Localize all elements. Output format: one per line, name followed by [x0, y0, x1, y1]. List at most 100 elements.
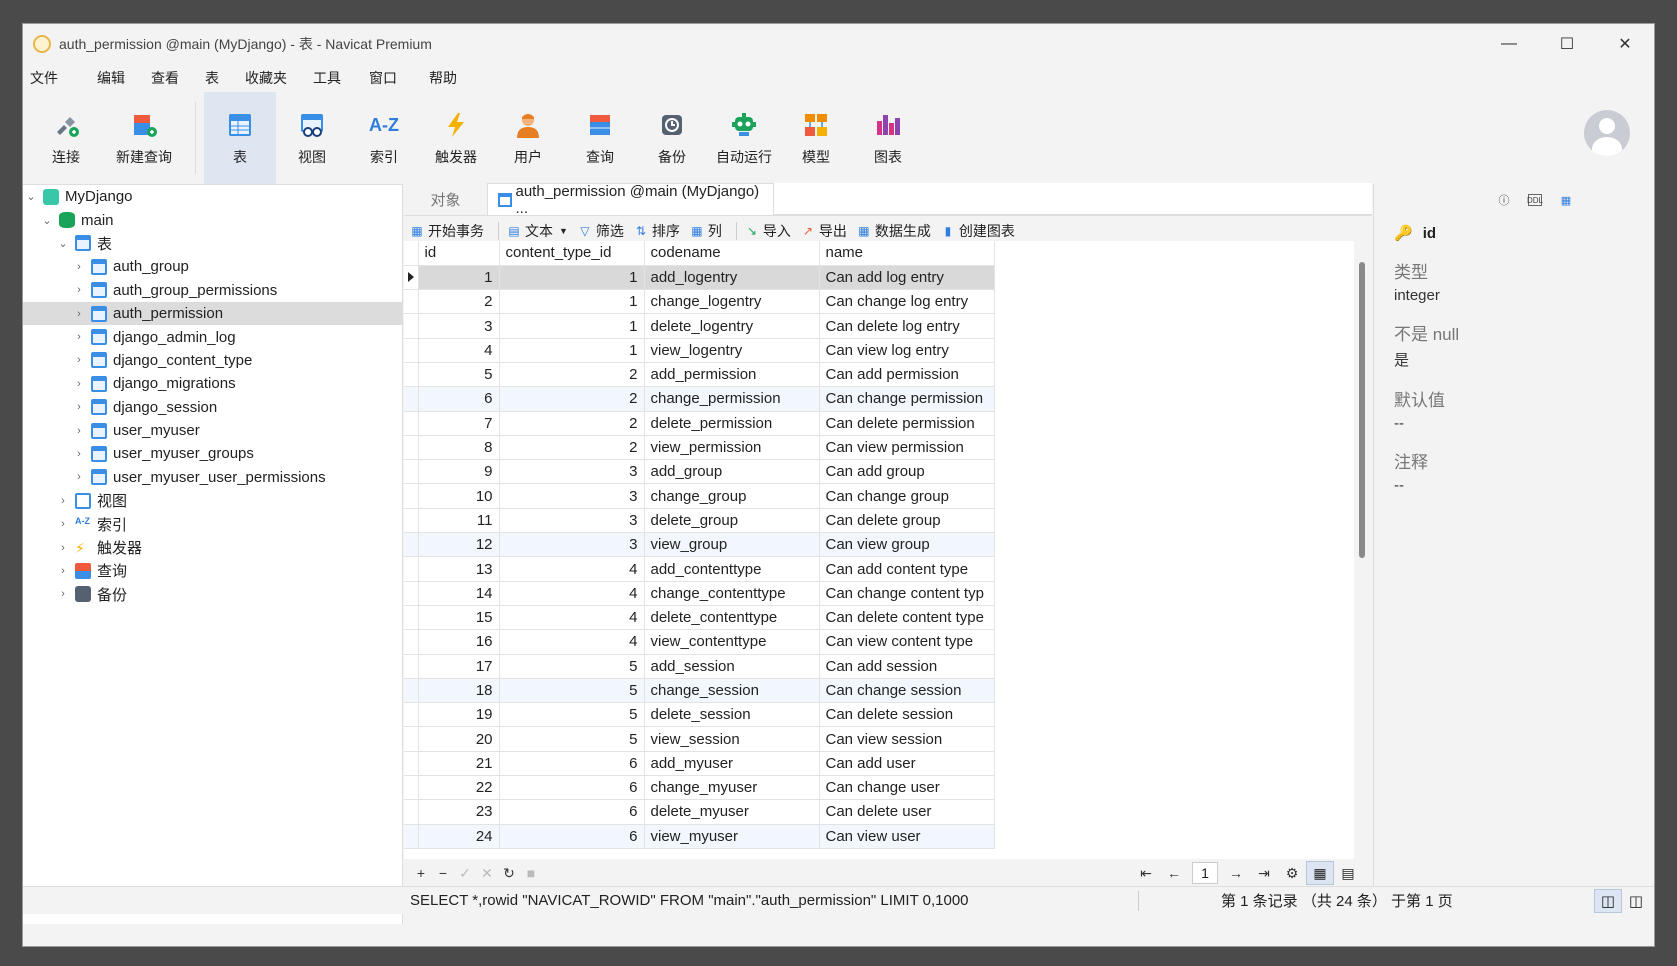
data-generation-button[interactable]: ▦ 数据生成 — [857, 221, 931, 241]
last-page-icon[interactable]: ⇥ — [1250, 865, 1278, 882]
menu-table[interactable]: 表 — [199, 68, 235, 88]
table-cell[interactable]: 6 — [499, 824, 645, 849]
table-cell[interactable]: Can view user — [819, 824, 995, 849]
table-cell[interactable]: 4 — [499, 581, 645, 606]
table-cell[interactable]: 2 — [499, 435, 645, 461]
text-button[interactable]: ▤ 文本 ▼ — [507, 221, 568, 241]
table-cell[interactable]: 3 — [499, 483, 645, 509]
table-row[interactable]: 7 2 delete_permission Can delete permission — [404, 411, 995, 436]
table-cell[interactable]: Can delete user — [819, 799, 995, 825]
table-cell[interactable]: Can change session — [819, 678, 995, 704]
tree-table-item[interactable]: › django_content_type — [23, 349, 402, 372]
tree-views-group[interactable]: › 视图 — [23, 489, 402, 512]
chevron-right-icon[interactable]: › — [73, 425, 85, 437]
chevron-down-icon[interactable]: ⌄ — [41, 214, 53, 227]
table-cell[interactable]: 16 — [418, 629, 500, 655]
table-cell[interactable]: Can delete content type — [819, 605, 995, 631]
table-row[interactable]: 18 5 change_session Can change session — [404, 678, 995, 704]
table-row[interactable]: 6 2 change_permission Can change permission — [404, 386, 995, 412]
add-record-icon[interactable]: + — [410, 865, 432, 881]
table-cell[interactable]: 15 — [418, 605, 500, 631]
tree-backups-group[interactable]: › 备份 — [23, 583, 402, 606]
table-cell[interactable]: Can view session — [819, 726, 995, 752]
menu-file[interactable]: 文件 — [23, 68, 74, 88]
tree-table-item[interactable]: › django_migrations — [23, 372, 402, 395]
table-cell[interactable]: 1 — [499, 265, 645, 291]
menu-edit[interactable]: 编辑 — [91, 68, 141, 88]
tab-auth-permission[interactable]: auth_permission @main (MyDjango) ... — [487, 183, 774, 217]
table-cell[interactable]: 11 — [418, 508, 500, 534]
table-cell[interactable]: Can delete session — [819, 702, 995, 728]
form-view-icon[interactable]: ▤ — [1334, 861, 1362, 885]
sort-button[interactable]: ⇅ 排序 — [634, 221, 680, 241]
tree-indexes-group[interactable]: › A-Z 索引 — [23, 512, 402, 535]
row-header[interactable] — [404, 654, 419, 679]
row-header[interactable] — [404, 751, 419, 777]
tree-connection[interactable]: ⌄ MyDjango — [23, 185, 402, 208]
table-cell[interactable]: 1 — [499, 289, 645, 315]
row-header[interactable] — [404, 678, 419, 704]
table-cell[interactable]: 5 — [499, 678, 645, 704]
row-header[interactable] — [404, 338, 419, 363]
vertical-scrollbar[interactable] — [1359, 262, 1365, 558]
table-cell[interactable]: delete_myuser — [644, 799, 820, 825]
row-header[interactable] — [404, 508, 419, 534]
row-header[interactable] — [404, 459, 419, 485]
query-button[interactable]: 查询 — [564, 92, 636, 184]
table-cell[interactable]: 8 — [418, 435, 500, 461]
table-row[interactable]: 16 4 view_contenttype Can view content type — [404, 629, 995, 655]
table-cell[interactable]: add_group — [644, 459, 820, 485]
table-cell[interactable]: 13 — [418, 556, 500, 582]
chevron-right-icon[interactable]: › — [57, 518, 69, 530]
chevron-down-icon[interactable]: ⌄ — [25, 190, 37, 203]
connect-button[interactable]: 连接 — [31, 92, 101, 184]
table-cell[interactable]: change_session — [644, 678, 820, 704]
next-page-icon[interactable]: → — [1222, 865, 1250, 881]
row-header[interactable] — [404, 702, 419, 728]
table-cell[interactable]: view_myuser — [644, 824, 820, 849]
table-cell[interactable]: 2 — [418, 289, 500, 315]
table-cell[interactable]: view_permission — [644, 435, 820, 461]
chevron-right-icon[interactable]: › — [73, 261, 85, 273]
ddl-icon[interactable]: DDL — [1527, 194, 1543, 206]
prev-page-icon[interactable]: ← — [1160, 865, 1188, 881]
table-row[interactable]: 19 5 delete_session Can delete session — [404, 702, 995, 728]
info-icon[interactable]: ⓘ — [1496, 192, 1512, 208]
discard-changes-icon[interactable]: ✕ — [476, 865, 498, 882]
table-row[interactable]: 4 1 view_logentry Can view log entry — [404, 338, 995, 363]
tree-table-item[interactable]: › auth_group — [23, 255, 402, 278]
table-cell[interactable]: 7 — [418, 411, 500, 436]
row-header[interactable] — [404, 265, 419, 291]
chart-button[interactable]: 图表 — [852, 92, 924, 184]
table-cell[interactable]: view_contenttype — [644, 629, 820, 655]
table-cell[interactable]: 6 — [499, 751, 645, 777]
table-cell[interactable]: delete_permission — [644, 411, 820, 436]
table-row[interactable]: 1 1 add_logentry Can add log entry — [404, 265, 995, 291]
table-cell[interactable]: 3 — [418, 313, 500, 339]
maximize-button[interactable]: ☐ — [1538, 24, 1596, 64]
row-header[interactable] — [404, 362, 419, 388]
table-cell[interactable]: 5 — [499, 726, 645, 752]
chevron-right-icon[interactable]: › — [57, 495, 69, 507]
table-cell[interactable]: view_session — [644, 726, 820, 752]
table-cell[interactable]: add_logentry — [644, 265, 820, 291]
table-cell[interactable]: Can view content type — [819, 629, 995, 655]
table-cell[interactable]: 1 — [499, 313, 645, 339]
table-cell[interactable]: Can change content typ — [819, 581, 995, 606]
index-button[interactable]: A-Z 索引 — [348, 92, 420, 184]
table-cell[interactable]: 23 — [418, 799, 500, 825]
row-header[interactable] — [404, 289, 419, 315]
chevron-right-icon[interactable]: › — [73, 471, 85, 483]
table-cell[interactable]: 18 — [418, 678, 500, 704]
row-header[interactable] — [404, 581, 419, 606]
chevron-right-icon[interactable]: › — [73, 284, 85, 296]
apply-changes-icon[interactable]: ✓ — [454, 865, 476, 882]
grid-view-icon[interactable]: ▦ — [1306, 861, 1334, 885]
table-cell[interactable]: Can change permission — [819, 386, 995, 412]
table-cell[interactable]: 1 — [418, 265, 500, 291]
table-cell[interactable]: Can delete permission — [819, 411, 995, 436]
table-row[interactable]: 9 3 add_group Can add group — [404, 459, 995, 485]
chevron-right-icon[interactable]: › — [73, 401, 85, 413]
table-cell[interactable]: Can add group — [819, 459, 995, 485]
table-cell[interactable]: add_session — [644, 654, 820, 679]
